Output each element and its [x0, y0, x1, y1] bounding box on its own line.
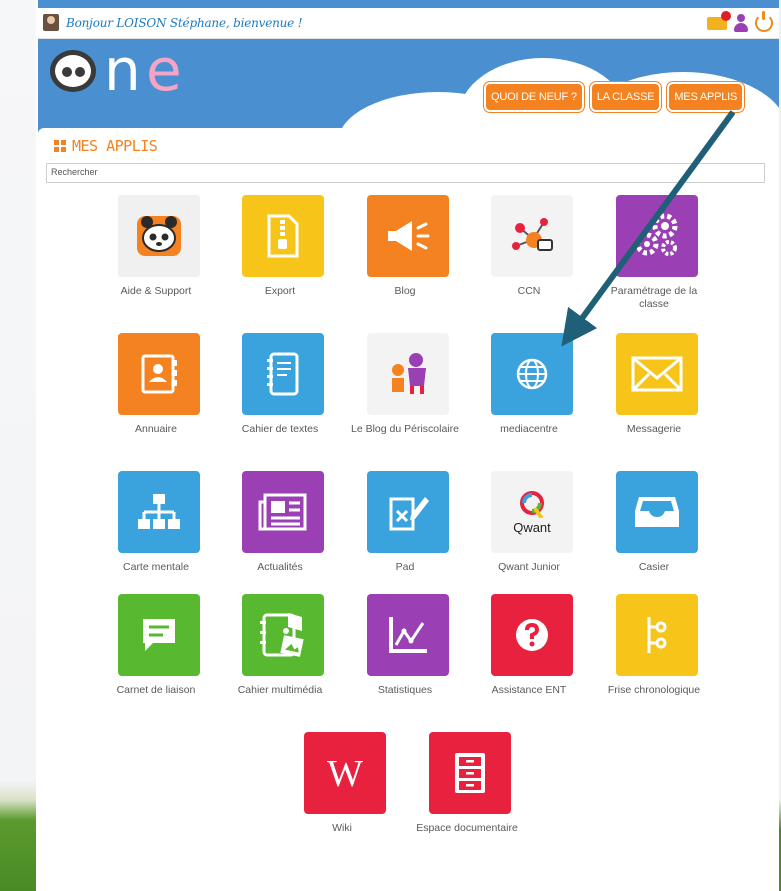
file-cabinet-icon — [429, 732, 511, 814]
search-input[interactable]: Rechercher — [46, 163, 765, 183]
nav-class-button[interactable]: LA CLASSE — [589, 82, 662, 112]
app-tile-casier[interactable]: Casier — [599, 471, 709, 599]
qwant-wordmark: Qwant — [513, 519, 551, 535]
window-left-edge — [0, 0, 36, 891]
app-label: mediacentre — [500, 423, 558, 435]
multimedia-notebook-icon — [242, 594, 324, 676]
app-tile-aide-support[interactable]: Aide & Support — [101, 195, 211, 323]
app-tile-statistiques[interactable]: Statistiques — [350, 594, 460, 722]
app-tile-cahier-textes[interactable]: Cahier de textes — [225, 333, 335, 461]
app-label: Statistiques — [377, 684, 433, 696]
nav-whats-new-button[interactable]: QUOI DE NEUF ? — [484, 82, 584, 112]
app-tile-mediacentre[interactable]: mediacentre — [474, 333, 584, 461]
app-tile-carte-mentale[interactable]: Carte mentale — [101, 471, 211, 599]
ccn-network-icon — [491, 195, 573, 277]
section-title: MES APPLIS — [54, 136, 158, 156]
logo-letter-e: e — [146, 36, 182, 104]
app-label: Carnet de liaison — [116, 684, 196, 696]
app-tile-blog-periscolaire[interactable]: Le Blog du Périscolaire — [350, 333, 460, 461]
app-label: Paramétrage de la classe — [610, 285, 698, 310]
gears-icon — [616, 195, 698, 277]
zip-file-icon — [242, 195, 324, 277]
one-logo[interactable]: n e — [50, 36, 200, 104]
top-icons — [707, 10, 773, 33]
org-chart-icon — [118, 471, 200, 553]
app-window: Bonjour LOISON Stéphane, bienvenue ! n e… — [38, 0, 779, 891]
app-tile-wiki[interactable]: W Wiki — [287, 732, 397, 860]
app-label: CCN — [517, 285, 541, 297]
contact-book-icon — [118, 333, 200, 415]
apps-grid-icon — [54, 140, 66, 152]
app-tile-assistance-ent[interactable]: Assistance ENT — [474, 594, 584, 722]
app-label: Carte mentale — [123, 561, 189, 573]
globe-icon — [491, 333, 573, 415]
user-profile-icon[interactable] — [733, 14, 749, 32]
user-avatar[interactable] — [43, 14, 59, 31]
app-label: Pad — [395, 561, 415, 573]
app-label: Annuaire — [134, 423, 178, 435]
notebook-icon — [242, 333, 324, 415]
svg-text:W: W — [327, 755, 363, 791]
megaphone-icon — [367, 195, 449, 277]
qwant-icon: Qwant — [491, 471, 573, 553]
chat-note-icon — [118, 594, 200, 676]
app-label: Le Blog du Périscolaire — [351, 423, 459, 435]
welcome-text: Bonjour LOISON Stéphane, bienvenue ! — [66, 16, 303, 30]
app-label: Frise chronologique — [607, 684, 701, 696]
app-label: Export — [264, 285, 296, 297]
nav-my-apps-button[interactable]: MES APPLIS — [667, 82, 745, 112]
notification-mail-icon[interactable] — [707, 10, 731, 30]
top-bar: Bonjour LOISON Stéphane, bienvenue ! — [38, 8, 779, 39]
chart-icon — [367, 594, 449, 676]
wiki-icon: W — [304, 732, 386, 814]
app-tile-annuaire[interactable]: Annuaire — [101, 333, 211, 461]
app-tile-blog[interactable]: Blog — [350, 195, 460, 323]
app-tile-qwant-junior[interactable]: Qwant Qwant Junior — [474, 471, 584, 599]
pad-edit-icon — [367, 471, 449, 553]
logo-letter-n: n — [104, 36, 141, 104]
envelope-icon — [616, 333, 698, 415]
app-tile-actualites[interactable]: Actualités — [225, 471, 335, 599]
timeline-icon — [616, 594, 698, 676]
panda-icon — [118, 195, 200, 277]
app-label: Wiki — [332, 822, 352, 834]
app-tile-pad[interactable]: Pad — [350, 471, 460, 599]
app-tile-ccn[interactable]: CCN — [474, 195, 584, 323]
app-label: Messagerie — [626, 423, 682, 435]
inbox-tray-icon — [616, 471, 698, 553]
newspaper-icon — [242, 471, 324, 553]
panda-logo-icon — [50, 50, 96, 92]
app-tile-frise-chronologique[interactable]: Frise chronologique — [599, 594, 709, 722]
app-label: Qwant Junior — [498, 561, 560, 573]
app-tile-espace-documentaire[interactable]: Espace documentaire — [412, 732, 522, 860]
main-nav: QUOI DE NEUF ? LA CLASSE MES APPLIS — [484, 82, 745, 112]
app-label: Blog — [394, 285, 416, 297]
kids-icon — [367, 333, 449, 415]
app-tile-parametrage[interactable]: Paramétrage de la classe — [599, 195, 709, 323]
app-tile-cahier-multimedia[interactable]: Cahier multimédia — [225, 594, 335, 722]
app-label: Casier — [638, 561, 670, 573]
app-label: Cahier de textes — [241, 423, 319, 435]
apps-panel: MES APPLIS Rechercher Aide & Support Exp… — [38, 128, 779, 891]
page-title: MES APPLIS — [72, 137, 158, 155]
app-tile-messagerie[interactable]: Messagerie — [599, 333, 709, 461]
app-label: Cahier multimédia — [237, 684, 323, 696]
app-label: Actualités — [257, 561, 303, 573]
app-label: Assistance ENT — [491, 684, 567, 696]
logout-power-icon[interactable] — [755, 11, 773, 32]
app-label: Aide & Support — [120, 285, 192, 297]
app-tile-export[interactable]: Export — [225, 195, 335, 323]
app-label: Espace documentaire — [416, 822, 518, 834]
question-icon — [491, 594, 573, 676]
app-tile-carnet-liaison[interactable]: Carnet de liaison — [101, 594, 211, 722]
